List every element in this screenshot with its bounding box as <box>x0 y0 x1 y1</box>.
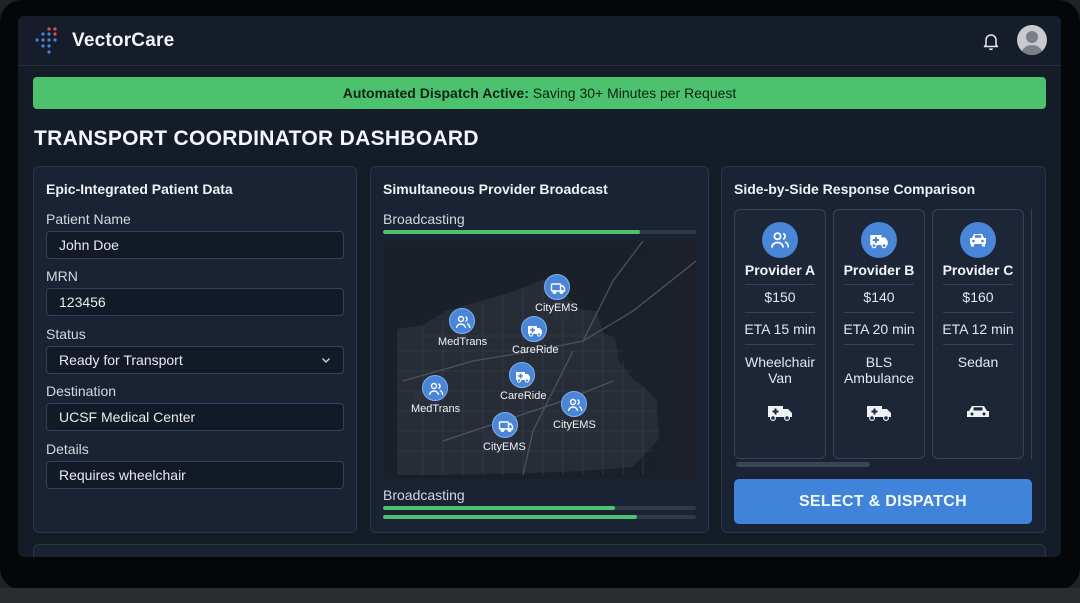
provider-name: Provider C <box>942 262 1014 278</box>
provider-eta: ETA 15 min <box>744 321 816 337</box>
broadcast-progress-fill <box>383 515 637 519</box>
divider <box>844 344 914 345</box>
broadcast-progress-fill <box>383 506 615 510</box>
broadcast-progress-bar <box>383 515 696 519</box>
select-dispatch-button[interactable]: SELECT & DISPATCH <box>734 479 1032 524</box>
provider-map[interactable]: CityEMS MedTrans CareRide CareRide MedTr… <box>383 241 696 479</box>
broadcast-progress-bar <box>383 230 696 234</box>
broadcast-top-label: Broadcasting <box>383 211 465 227</box>
patient-name-label: Patient Name <box>46 211 131 227</box>
provider-name: Provider A <box>744 262 816 278</box>
status-label: Status <box>46 326 86 342</box>
divider <box>844 312 914 313</box>
provider-vehicle: BLS Ambulance <box>843 354 915 386</box>
provider-icon <box>861 222 897 258</box>
users-icon <box>567 398 583 412</box>
provider-eta: ETA 20 min <box>843 321 915 337</box>
device-base <box>0 588 1080 603</box>
ambulance-icon <box>516 372 530 383</box>
patient-name-field[interactable]: John Doe <box>46 231 344 259</box>
banner-text: Saving 30+ Minutes per Request <box>528 85 737 101</box>
horizontal-scrollbar[interactable] <box>736 462 870 467</box>
divider <box>943 344 1013 345</box>
page-title: TRANSPORT COORDINATOR DASHBOARD <box>34 127 479 150</box>
divider <box>745 284 815 285</box>
provider-vehicle: Sedan <box>957 354 999 370</box>
map-pin-medtrans[interactable] <box>449 308 475 334</box>
map-pin-medtrans[interactable] <box>422 375 448 401</box>
provider-price: $160 <box>962 289 994 305</box>
provider-broadcast-card: Simultaneous Provider Broadcast Broadcas… <box>370 166 709 533</box>
details-field[interactable]: Requires wheelchair <box>46 461 344 489</box>
car-icon <box>970 234 986 247</box>
provider-eta: ETA 12 min <box>942 321 1014 337</box>
destination-label: Destination <box>46 383 117 399</box>
provider-icon <box>960 222 996 258</box>
provider-card-b[interactable]: Provider B $140 ETA 20 min BLS Ambulance <box>833 209 925 459</box>
map-pin-label: CityEMS <box>535 302 578 314</box>
map-pin-label: CityEMS <box>553 419 596 431</box>
status-select[interactable]: Ready for Transport <box>46 346 344 374</box>
dispatch-status-banner: Automated Dispatch Active: Saving 30+ Mi… <box>33 77 1046 109</box>
broadcast-progress-fill <box>383 230 640 234</box>
map-pin-cityems[interactable] <box>561 391 587 417</box>
mrn-label: MRN <box>46 268 78 284</box>
ambulance-icon <box>870 235 888 249</box>
map-pin-label: MedTrans <box>438 336 488 348</box>
van-icon <box>498 421 514 432</box>
card-title: Simultaneous Provider Broadcast <box>383 181 608 197</box>
map-background <box>383 241 696 479</box>
card-title: Epic-Integrated Patient Data <box>46 181 233 197</box>
map-pin-cityems[interactable] <box>492 412 518 438</box>
mrn-field[interactable]: 123456 <box>46 288 344 316</box>
avatar[interactable] <box>1017 25 1047 55</box>
van-icon <box>550 283 566 294</box>
divider <box>943 312 1013 313</box>
ambulance-icon <box>768 406 792 422</box>
map-pin-careride[interactable] <box>521 316 547 342</box>
map-pin-label: MedTrans <box>411 403 461 415</box>
ambulance-icon <box>867 406 891 422</box>
banner-strong: Automated Dispatch Active: <box>342 85 529 101</box>
divider <box>745 312 815 313</box>
logo-icon <box>35 27 57 54</box>
divider <box>745 344 815 345</box>
provider-card-a[interactable]: Provider A $150 ETA 15 min Wheelchair Va… <box>734 209 826 459</box>
lower-panel <box>33 544 1046 557</box>
card-title: Side-by-Side Response Comparison <box>734 181 976 197</box>
provider-price: $140 <box>863 289 895 305</box>
patient-data-card: Epic-Integrated Patient Data Patient Nam… <box>33 166 357 533</box>
status-value: Ready for Transport <box>59 352 183 368</box>
car-icon <box>967 406 989 417</box>
map-pin-label: CareRide <box>500 390 547 402</box>
users-icon <box>428 382 444 396</box>
map-pin-label: CityEMS <box>483 441 526 453</box>
broadcast-bottom-label: Broadcasting <box>383 487 465 503</box>
users-icon <box>771 232 790 248</box>
destination-field[interactable]: UCSF Medical Center <box>46 403 344 431</box>
map-pin-label: CareRide <box>512 344 559 356</box>
provider-name: Provider B <box>843 262 915 278</box>
provider-card-c[interactable]: Provider C $160 ETA 12 min Sedan <box>932 209 1024 459</box>
divider <box>844 284 914 285</box>
broadcast-progress-bar <box>383 506 696 510</box>
divider <box>943 284 1013 285</box>
top-bar: VectorCare <box>18 16 1061 66</box>
ambulance-icon <box>528 326 542 337</box>
response-comparison-card: Side-by-Side Response Comparison Provide… <box>721 166 1046 533</box>
provider-card-partial <box>1031 209 1035 459</box>
brand-name: VectorCare <box>72 30 175 51</box>
provider-price: $150 <box>764 289 796 305</box>
map-pin-cityems[interactable] <box>544 274 570 300</box>
provider-vehicle: Wheelchair Van <box>744 354 816 386</box>
details-label: Details <box>46 441 89 457</box>
map-pin-careride[interactable] <box>509 362 535 388</box>
users-icon <box>455 315 471 329</box>
chevron-down-icon <box>322 358 330 363</box>
bell-icon[interactable] <box>981 31 1001 51</box>
provider-icon <box>762 222 798 258</box>
app-screen: VectorCare Automated Dispatch Active: Sa… <box>18 16 1061 557</box>
